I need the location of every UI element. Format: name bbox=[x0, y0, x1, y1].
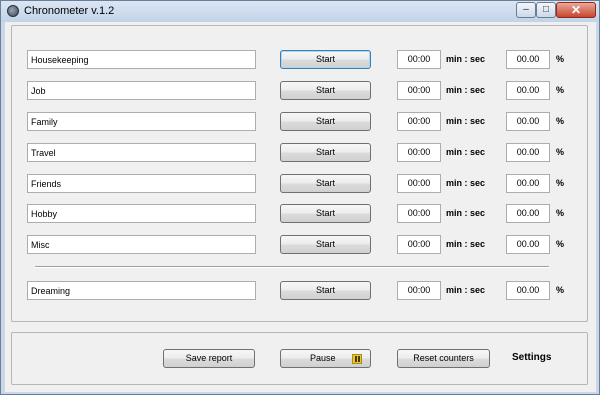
elapsed-time-field[interactable]: 00:00 bbox=[397, 235, 441, 254]
pause-button[interactable]: Pause bbox=[280, 349, 371, 368]
percent-field[interactable]: 00.00 bbox=[506, 143, 550, 162]
pause-icon bbox=[352, 354, 362, 364]
percent-sign: % bbox=[556, 178, 565, 188]
close-icon: ✕ bbox=[570, 3, 582, 17]
percent-sign: % bbox=[556, 54, 565, 64]
stopwatch-icon bbox=[7, 5, 19, 17]
percent-field[interactable]: 00.00 bbox=[506, 50, 550, 69]
percent-field[interactable]: 00.00 bbox=[506, 81, 550, 100]
dreaming-percent-field[interactable]: 00.00 bbox=[506, 281, 550, 300]
elapsed-time-field[interactable]: 00:00 bbox=[397, 143, 441, 162]
percent-field[interactable]: 00.00 bbox=[506, 174, 550, 193]
percent-field[interactable]: 00.00 bbox=[506, 112, 550, 131]
activity-name-input[interactable] bbox=[27, 174, 256, 193]
client-area: Start 00:00 min : sec 00.00 % Start 00:0… bbox=[5, 22, 596, 392]
dreaming-name-input[interactable] bbox=[27, 281, 256, 300]
activity-name-input[interactable] bbox=[27, 112, 256, 131]
elapsed-time-field[interactable]: 00:00 bbox=[397, 174, 441, 193]
activity-name-input[interactable] bbox=[27, 235, 256, 254]
percent-sign: % bbox=[556, 85, 565, 95]
time-unit-label: min : sec bbox=[446, 85, 486, 95]
title-bar[interactable]: Chronometer v.1.2 – □ ✕ bbox=[1, 1, 599, 22]
dreaming-start-button[interactable]: Start bbox=[280, 281, 371, 300]
app-window: Chronometer v.1.2 – □ ✕ Start 00:00 min … bbox=[0, 0, 600, 395]
start-button[interactable]: Start bbox=[280, 81, 371, 100]
time-unit-label: min : sec bbox=[446, 116, 486, 126]
settings-link[interactable]: Settings bbox=[512, 352, 551, 363]
start-button[interactable]: Start bbox=[280, 143, 371, 162]
elapsed-time-field[interactable]: 00:00 bbox=[397, 50, 441, 69]
activity-name-input[interactable] bbox=[27, 143, 256, 162]
start-button[interactable]: Start bbox=[280, 174, 371, 193]
time-unit-label: min : sec bbox=[446, 285, 486, 295]
window-title: Chronometer v.1.2 bbox=[24, 5, 115, 17]
start-button[interactable]: Start bbox=[280, 50, 371, 69]
percent-field[interactable]: 00.00 bbox=[506, 204, 550, 223]
percent-sign: % bbox=[556, 239, 565, 249]
time-unit-label: min : sec bbox=[446, 178, 486, 188]
maximize-icon: □ bbox=[542, 4, 550, 15]
percent-field[interactable]: 00.00 bbox=[506, 235, 550, 254]
elapsed-time-field[interactable]: 00:00 bbox=[397, 204, 441, 223]
time-unit-label: min : sec bbox=[446, 54, 486, 64]
reset-counters-button[interactable]: Reset counters bbox=[397, 349, 490, 368]
pause-label: Pause bbox=[310, 353, 336, 363]
dreaming-time-field[interactable]: 00:00 bbox=[397, 281, 441, 300]
minimize-icon: – bbox=[523, 4, 529, 15]
percent-sign: % bbox=[556, 285, 565, 295]
percent-sign: % bbox=[556, 147, 565, 157]
maximize-button[interactable]: □ bbox=[536, 2, 556, 18]
elapsed-time-field[interactable]: 00:00 bbox=[397, 112, 441, 131]
percent-sign: % bbox=[556, 208, 565, 218]
elapsed-time-field[interactable]: 00:00 bbox=[397, 81, 441, 100]
start-button[interactable]: Start bbox=[280, 112, 371, 131]
minimize-button[interactable]: – bbox=[516, 2, 536, 18]
percent-sign: % bbox=[556, 116, 565, 126]
time-unit-label: min : sec bbox=[446, 239, 486, 249]
activity-name-input[interactable] bbox=[27, 81, 256, 100]
activity-name-input[interactable] bbox=[27, 50, 256, 69]
activity-name-input[interactable] bbox=[27, 204, 256, 223]
separator-line bbox=[35, 266, 549, 268]
time-unit-label: min : sec bbox=[446, 147, 486, 157]
start-button[interactable]: Start bbox=[280, 204, 371, 223]
start-button[interactable]: Start bbox=[280, 235, 371, 254]
save-report-button[interactable]: Save report bbox=[163, 349, 255, 368]
time-unit-label: min : sec bbox=[446, 208, 486, 218]
close-button[interactable]: ✕ bbox=[556, 2, 596, 18]
